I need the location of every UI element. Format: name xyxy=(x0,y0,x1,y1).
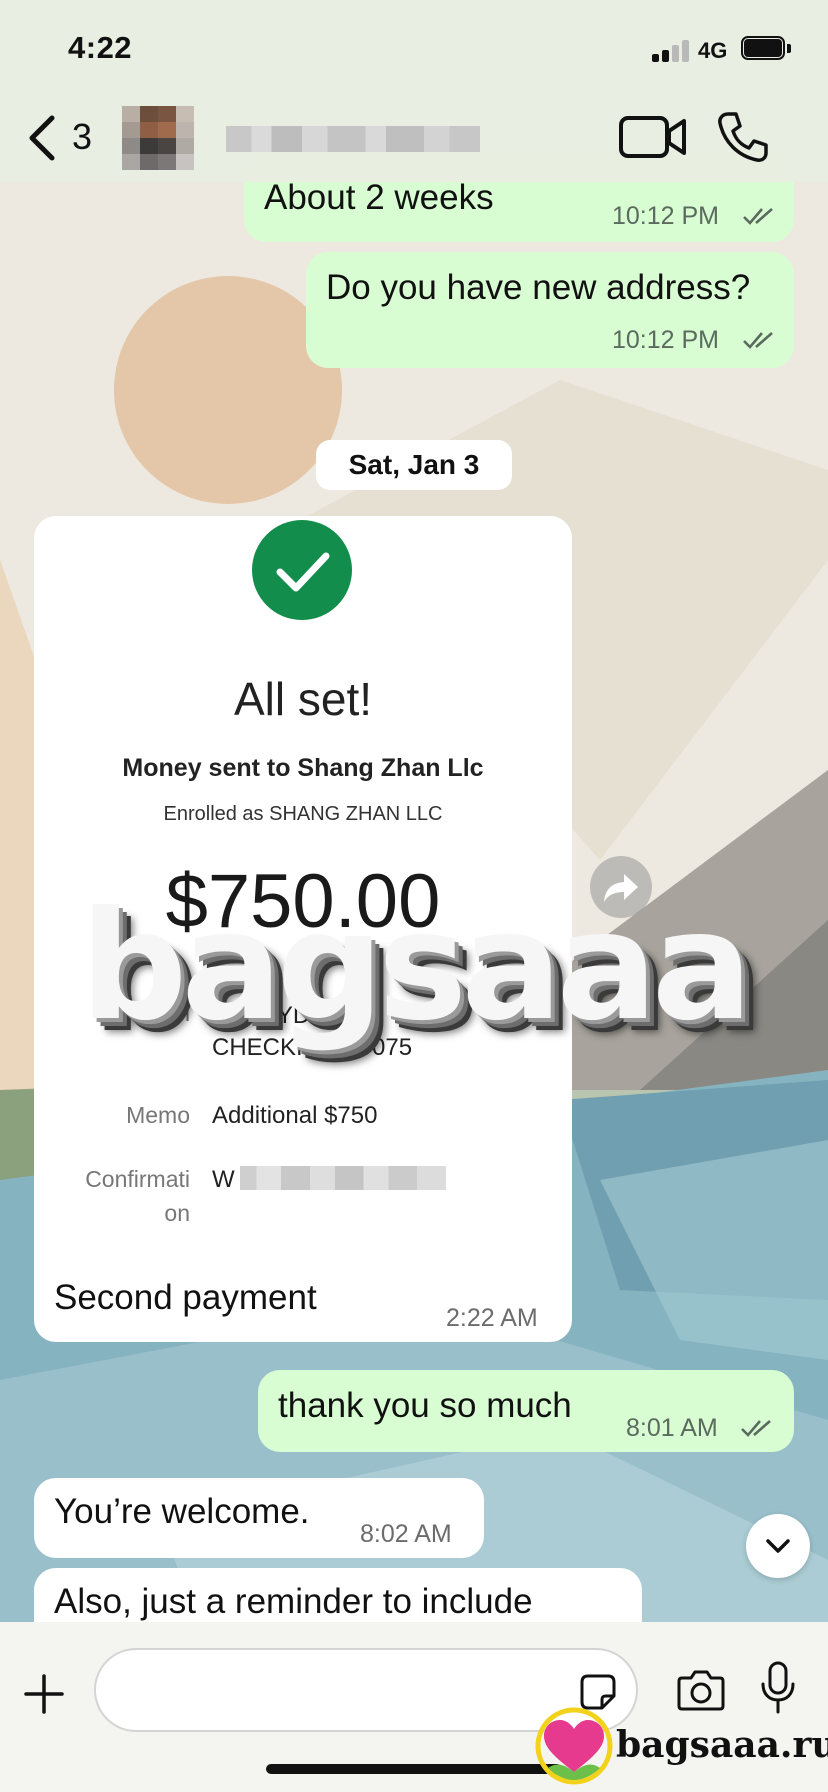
payment-status-title: All set! xyxy=(233,673,373,725)
read-receipt-icon xyxy=(741,1420,771,1437)
home-indicator xyxy=(266,1764,562,1774)
scroll-to-bottom-button[interactable] xyxy=(746,1514,810,1578)
phone-call-icon[interactable] xyxy=(716,110,770,164)
confirmation-value: W xyxy=(212,1166,235,1193)
chevron-down-icon xyxy=(766,1539,790,1553)
message-composer xyxy=(0,1622,828,1792)
signal-strength-icon xyxy=(652,40,692,62)
message-text: Also, just a reminder to include xyxy=(54,1582,533,1621)
status-time: 4:22 xyxy=(68,30,133,65)
read-receipt-icon xyxy=(743,208,773,225)
message-bubble-incoming[interactable]: You’re welcome. 8:02 AM xyxy=(34,1478,484,1558)
confirmation-label-line2: on xyxy=(164,1200,190,1226)
attach-plus-icon[interactable] xyxy=(24,1674,64,1714)
back-chevron-icon[interactable] xyxy=(22,112,62,164)
message-time: 8:02 AM xyxy=(360,1520,452,1548)
image-caption: Second payment xyxy=(54,1278,317,1317)
video-call-icon[interactable] xyxy=(618,112,688,162)
message-text: You’re welcome. xyxy=(54,1492,310,1531)
read-receipt-icon xyxy=(743,332,773,349)
message-bubble-outgoing[interactable]: thank you so much 8:01 AM xyxy=(258,1370,794,1452)
message-time: 8:01 AM xyxy=(626,1414,718,1442)
watermark-text: bagsaaa xyxy=(80,880,753,1054)
contact-name-redacted[interactable] xyxy=(226,126,480,152)
microphone-icon[interactable] xyxy=(760,1660,796,1716)
message-time: 2:22 AM xyxy=(446,1304,538,1332)
message-time: 10:12 PM xyxy=(612,326,720,354)
unread-count[interactable]: 3 xyxy=(72,116,92,158)
message-time: 10:12 PM xyxy=(612,202,720,230)
battery-icon xyxy=(741,36,791,62)
network-type: 4G xyxy=(698,38,728,63)
payment-enrolled-as: Enrolled as SHANG ZHAN LLC xyxy=(163,803,443,825)
checkmark-icon xyxy=(276,552,330,592)
message-text: thank you so much xyxy=(278,1386,572,1425)
status-bar: 4:22 4G xyxy=(0,0,828,100)
payment-recipient: Money sent to Shang Zhan Llc xyxy=(122,754,484,782)
message-text: About 2 weeks xyxy=(264,178,494,217)
message-bubble-outgoing[interactable]: Do you have new address? 10:12 PM xyxy=(306,252,794,368)
heart-logo-icon xyxy=(535,1707,613,1785)
confirmation-redacted xyxy=(240,1166,446,1190)
camera-icon[interactable] xyxy=(676,1668,726,1712)
memo-value: Additional $750 xyxy=(212,1102,378,1129)
confirmation-label-line1: Confirmati xyxy=(85,1166,190,1192)
message-text: Do you have new address? xyxy=(326,268,751,307)
avatar[interactable] xyxy=(122,106,194,170)
date-separator: Sat, Jan 3 xyxy=(316,440,512,490)
memo-label: Memo xyxy=(126,1102,190,1128)
site-watermark: bagsaaa.ru xyxy=(616,1724,828,1766)
